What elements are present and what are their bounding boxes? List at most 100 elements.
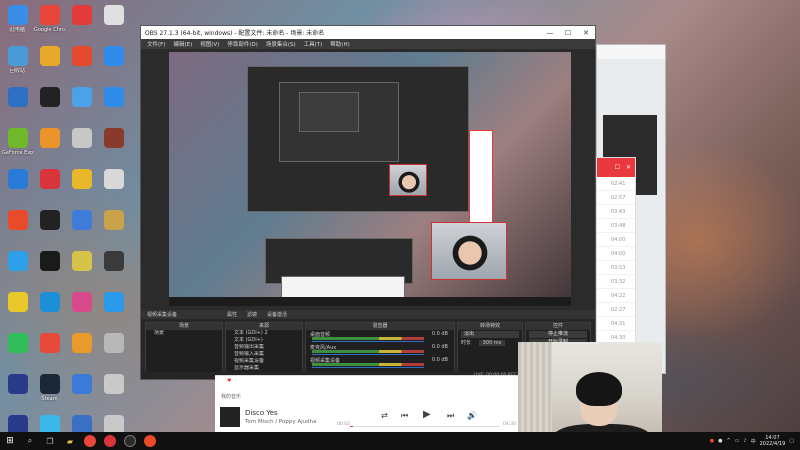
tray-app-icon-2[interactable]: ● <box>718 438 722 444</box>
clock[interactable]: 14:07 2022/4/19 <box>760 435 786 447</box>
desktop-icon[interactable] <box>98 84 129 125</box>
desktop-icon[interactable] <box>66 84 97 125</box>
next-icon[interactable]: ⏭ <box>447 411 454 421</box>
source-item[interactable]: 音频输入采集 <box>226 351 302 358</box>
chevron-up-icon[interactable]: ^ <box>726 438 730 444</box>
obs-window[interactable]: OBS 27.1.3 (64-bit, windows) - 配置文件: 未命名… <box>140 25 596 380</box>
desktop-icon[interactable] <box>66 371 97 412</box>
search-icon[interactable]: ⌕ <box>20 432 40 450</box>
desktop-icon[interactable] <box>34 125 65 166</box>
desktop-icon[interactable] <box>98 207 129 248</box>
volume-slider[interactable] <box>312 354 424 355</box>
playlist-row[interactable]: 03:48 <box>597 219 635 233</box>
windows-start-icon[interactable]: ⊞ <box>0 432 20 450</box>
playlist-row[interactable]: 03:53 <box>597 261 635 275</box>
obs-menu-item[interactable]: 场景集合(S) <box>266 40 296 48</box>
desktop-icon[interactable] <box>2 371 33 412</box>
source-item[interactable]: 音频输出采集 <box>226 344 302 351</box>
notification-icon[interactable]: ▢ <box>789 438 794 444</box>
obs-menu-item[interactable]: 编辑(E) <box>173 40 192 48</box>
desktop-icon[interactable] <box>34 289 65 330</box>
desktop-icon[interactable] <box>66 289 97 330</box>
source-item[interactable]: 显示器采集 <box>226 365 302 372</box>
like-icon[interactable]: ♥ <box>227 378 231 384</box>
background-window-titlebar[interactable] <box>597 45 665 59</box>
desktop-icon[interactable] <box>98 43 129 84</box>
desktop-icon[interactable] <box>66 125 97 166</box>
previous-icon[interactable]: ⏮ <box>401 411 408 421</box>
playlist-row[interactable]: 04:31 <box>597 317 635 331</box>
folder-icon[interactable]: ▰ <box>60 432 80 450</box>
music-player[interactable]: ♥ 我的音乐 Disco Yes Tom Misch / Poppy Ajudh… <box>215 375 520 432</box>
desktop-icon[interactable]: 回收站 <box>2 43 33 84</box>
dock-tab-filters[interactable]: 滤镜 <box>247 311 257 318</box>
desktop-icon[interactable] <box>34 207 65 248</box>
obs-menu-item[interactable]: 视图(V) <box>200 40 219 48</box>
minimize-icon[interactable]: — <box>541 29 559 37</box>
desktop-icon[interactable] <box>98 166 129 207</box>
restore-icon[interactable]: ☐ <box>615 164 620 171</box>
obs-taskbar-icon[interactable] <box>124 435 136 447</box>
desktop-icon[interactable] <box>66 2 97 43</box>
desktop-icon[interactable] <box>2 84 33 125</box>
desktop-icon[interactable] <box>98 289 129 330</box>
playlist-row[interactable]: 02:57 <box>597 191 635 205</box>
desktop-icon[interactable] <box>2 207 33 248</box>
dock-tab-properties[interactable]: 属性 <box>227 311 237 318</box>
source-item[interactable]: 视频采集设备 <box>226 358 302 365</box>
desktop-icon[interactable] <box>2 248 33 289</box>
desktop-icon[interactable] <box>34 248 65 289</box>
desktop-icon[interactable] <box>66 248 97 289</box>
dock-tab-source[interactable]: 视频采集设备 <box>147 311 177 318</box>
netease-taskbar-icon[interactable] <box>104 435 116 447</box>
obs-menu-item[interactable]: 工具(T) <box>304 40 323 48</box>
volume-icon[interactable]: 🔊 <box>467 411 477 420</box>
obs-menu-item[interactable]: 文件(F) <box>147 40 165 48</box>
desktop-icon[interactable] <box>98 330 129 371</box>
transition-select[interactable]: 淡出 <box>461 331 519 338</box>
transition-duration-input[interactable]: 300 ms <box>478 340 506 346</box>
control-button[interactable]: 停止推流 <box>529 331 587 338</box>
playlist-window[interactable]: ☐ ✕ 02:41 02:57 03:43 03:48 04:00 04:00 03:53 0… <box>596 157 636 367</box>
obs-menu-item[interactable]: 停靠部件(D) <box>227 40 258 48</box>
desktop-icon[interactable] <box>66 207 97 248</box>
desktop-icon[interactable] <box>34 166 65 207</box>
desktop-icon[interactable] <box>98 371 129 412</box>
chrome-taskbar-icon[interactable] <box>84 435 96 447</box>
app-taskbar-icon[interactable] <box>144 435 156 447</box>
desktop-icon[interactable] <box>66 330 97 371</box>
desktop-icon[interactable]: Steam <box>34 371 65 412</box>
playlist-row[interactable]: 03:43 <box>597 205 635 219</box>
volume-slider[interactable] <box>312 367 424 368</box>
obs-preview[interactable] <box>169 52 571 306</box>
playlist-row[interactable]: 02:27 <box>597 303 635 317</box>
volume-slider[interactable] <box>312 341 424 342</box>
playlist-row[interactable]: 04:22 <box>597 289 635 303</box>
obs-titlebar[interactable]: OBS 27.1.3 (64-bit, windows) - 配置文件: 未命名… <box>141 26 595 39</box>
obs-menu-item[interactable]: 帮助(H) <box>330 40 349 48</box>
play-icon[interactable]: ▶ <box>423 409 431 420</box>
close-icon[interactable]: ✕ <box>577 29 595 37</box>
playlist-close-icon[interactable]: ✕ <box>626 164 631 171</box>
desktop-icon[interactable] <box>98 248 129 289</box>
desktop-icon[interactable]: 此电脑 <box>2 2 33 43</box>
source-item[interactable]: 文本 (GDI+) <box>226 337 302 344</box>
progress-bar[interactable] <box>350 426 500 427</box>
desktop-icon[interactable] <box>2 289 33 330</box>
desktop-icon[interactable]: GeForce Experience <box>2 125 33 166</box>
desktop-icon[interactable] <box>2 166 33 207</box>
scene-item[interactable]: 场景 <box>146 330 222 337</box>
desktop-icon[interactable] <box>2 330 33 371</box>
playlist-row[interactable]: 02:41 <box>597 177 635 191</box>
maximize-icon[interactable]: ☐ <box>559 29 577 37</box>
shuffle-icon[interactable]: ⇄ <box>381 411 388 420</box>
desktop-icon[interactable] <box>34 330 65 371</box>
desktop-icon[interactable] <box>98 125 129 166</box>
input-method[interactable]: 中 <box>751 438 756 445</box>
dock-tab-activate[interactable]: 设备激活 <box>267 311 287 318</box>
tray-app-icon[interactable]: ● <box>710 438 714 444</box>
desktop-icon[interactable]: Google Chrome <box>34 2 65 43</box>
desktop-icon[interactable] <box>34 84 65 125</box>
task-view-icon[interactable]: ❐ <box>40 432 60 450</box>
desktop-icon[interactable] <box>66 43 97 84</box>
